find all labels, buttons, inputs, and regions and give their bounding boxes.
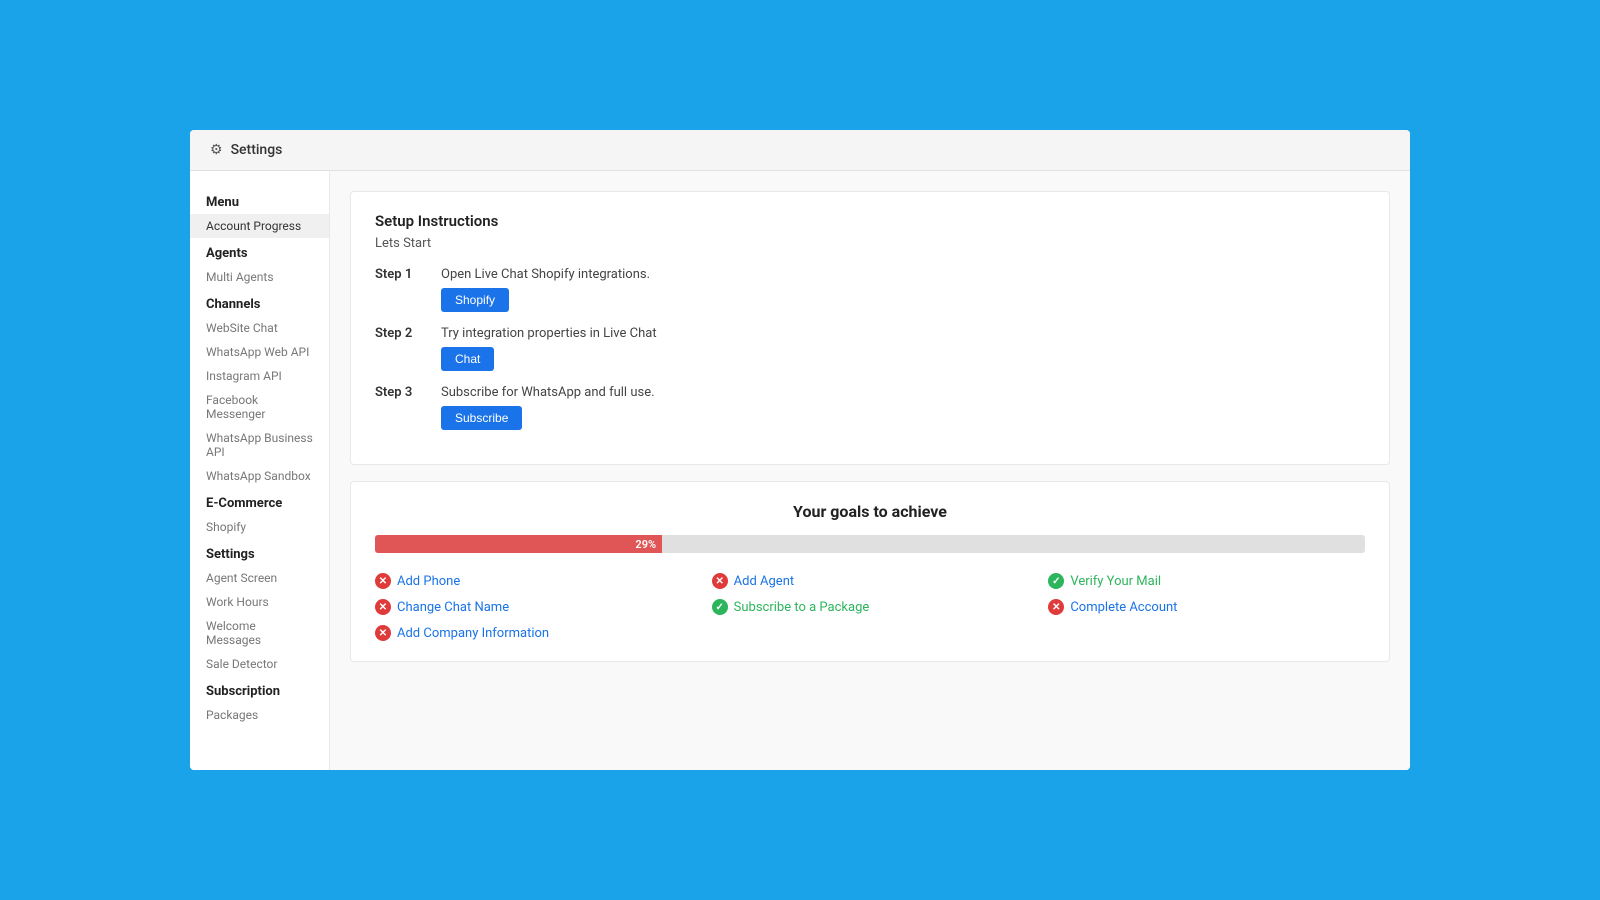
setup-instructions-title: Setup Instructions — [375, 212, 1365, 230]
sidebar-section-header: Subscription — [190, 676, 329, 703]
goal-item: ✕ Add Agent — [712, 573, 1029, 589]
progress-bar-container: 29% — [375, 535, 1365, 553]
error-circle-icon: ✕ — [375, 599, 391, 615]
sidebar-item-instagram-api[interactable]: Instagram API — [190, 364, 329, 388]
sidebar-item-whatsapp-sandbox[interactable]: WhatsApp Sandbox — [190, 464, 329, 488]
sidebar-section-header: Agents — [190, 238, 329, 265]
empty-cell — [712, 625, 1029, 641]
goal-link-complete-account[interactable]: Complete Account — [1070, 600, 1177, 615]
goal-item: ✓ Subscribe to a Package — [712, 599, 1029, 615]
check-circle-icon: ✓ — [1048, 573, 1064, 589]
sidebar-item-sale-detector[interactable]: Sale Detector — [190, 652, 329, 676]
error-circle-icon: ✕ — [1048, 599, 1064, 615]
sidebar-section-header: Settings — [190, 539, 329, 566]
progress-bar-fill: 29% — [375, 535, 662, 553]
goal-link-verify-your-mail[interactable]: Verify Your Mail — [1070, 574, 1161, 589]
goals-card: Your goals to achieve 29% ✕ Add Phone ✕ Add… — [350, 481, 1390, 662]
step-description: Open Live Chat Shopify integrations. — [441, 267, 650, 282]
goal-item: ✕ Add Company Information — [375, 625, 692, 641]
sidebar-section-header: E-Commerce — [190, 488, 329, 515]
sidebar-section-header: Menu — [190, 187, 329, 214]
main-content: Setup Instructions Lets Start Step 1 Open… — [330, 171, 1410, 770]
step-label: Step 1 — [375, 267, 425, 282]
sidebar-item-work-hours[interactable]: Work Hours — [190, 590, 329, 614]
sidebar-section-header: Channels — [190, 289, 329, 316]
step-row: Step 2 Try integration properties in Live… — [375, 326, 1365, 371]
sidebar-item-account-progress[interactable]: Account Progress — [190, 214, 329, 238]
step-content: Try integration properties in Live Chat C… — [441, 326, 657, 371]
step-content: Open Live Chat Shopify integrations. Shop… — [441, 267, 650, 312]
goal-item: ✕ Change Chat Name — [375, 599, 692, 615]
step-button-subscribe[interactable]: Subscribe — [441, 406, 522, 430]
goal-link-add-company-information[interactable]: Add Company Information — [397, 626, 549, 641]
goals-title: Your goals to achieve — [375, 502, 1365, 521]
sidebar-item-website-chat[interactable]: WebSite Chat — [190, 316, 329, 340]
sidebar-item-welcome-messages[interactable]: Welcome Messages — [190, 614, 329, 652]
setup-instructions-card: Setup Instructions Lets Start Step 1 Open… — [350, 191, 1390, 465]
error-circle-icon: ✕ — [375, 573, 391, 589]
goals-grid: ✕ Add Phone ✕ Add Agent ✓ Verify Your Mail ✕ Ch… — [375, 573, 1365, 641]
check-circle-icon: ✓ — [712, 599, 728, 615]
goal-link-change-chat-name[interactable]: Change Chat Name — [397, 600, 509, 615]
step-description: Try integration properties in Live Chat — [441, 326, 657, 341]
sidebar-item-agent-screen[interactable]: Agent Screen — [190, 566, 329, 590]
goal-item: ✕ Complete Account — [1048, 599, 1365, 615]
goal-link-subscribe-to-a-package[interactable]: Subscribe to a Package — [734, 600, 870, 615]
top-bar: ⚙ Settings — [190, 130, 1410, 171]
goal-link-add-phone[interactable]: Add Phone — [397, 574, 460, 589]
progress-label: 29% — [635, 538, 656, 551]
main-container: ⚙ Settings MenuAccount ProgressAgentsMul… — [190, 130, 1410, 770]
setup-instructions-subtitle: Lets Start — [375, 236, 1365, 251]
steps-container: Step 1 Open Live Chat Shopify integration… — [375, 267, 1365, 430]
sidebar-item-multi-agents[interactable]: Multi Agents — [190, 265, 329, 289]
top-bar-title: Settings — [231, 142, 283, 158]
content-wrapper: MenuAccount ProgressAgentsMulti AgentsCh… — [190, 171, 1410, 770]
sidebar-item-shopify[interactable]: Shopify — [190, 515, 329, 539]
goal-item: ✓ Verify Your Mail — [1048, 573, 1365, 589]
step-button-chat[interactable]: Chat — [441, 347, 494, 371]
sidebar-item-whatsapp-web-api[interactable]: WhatsApp Web API — [190, 340, 329, 364]
step-row: Step 1 Open Live Chat Shopify integration… — [375, 267, 1365, 312]
goal-link-add-agent[interactable]: Add Agent — [734, 574, 794, 589]
goal-item: ✕ Add Phone — [375, 573, 692, 589]
step-label: Step 3 — [375, 385, 425, 400]
gear-icon: ⚙ — [210, 142, 223, 158]
error-circle-icon: ✕ — [375, 625, 391, 641]
step-description: Subscribe for WhatsApp and full use. — [441, 385, 655, 400]
sidebar-item-packages[interactable]: Packages — [190, 703, 329, 727]
sidebar: MenuAccount ProgressAgentsMulti AgentsCh… — [190, 171, 330, 770]
step-row: Step 3 Subscribe for WhatsApp and full us… — [375, 385, 1365, 430]
step-content: Subscribe for WhatsApp and full use. Subs… — [441, 385, 655, 430]
sidebar-item-whatsapp-business-api[interactable]: WhatsApp Business API — [190, 426, 329, 464]
empty-cell — [1048, 625, 1365, 641]
step-label: Step 2 — [375, 326, 425, 341]
step-button-shopify[interactable]: Shopify — [441, 288, 509, 312]
error-circle-icon: ✕ — [712, 573, 728, 589]
sidebar-item-facebook-messenger[interactable]: Facebook Messenger — [190, 388, 329, 426]
